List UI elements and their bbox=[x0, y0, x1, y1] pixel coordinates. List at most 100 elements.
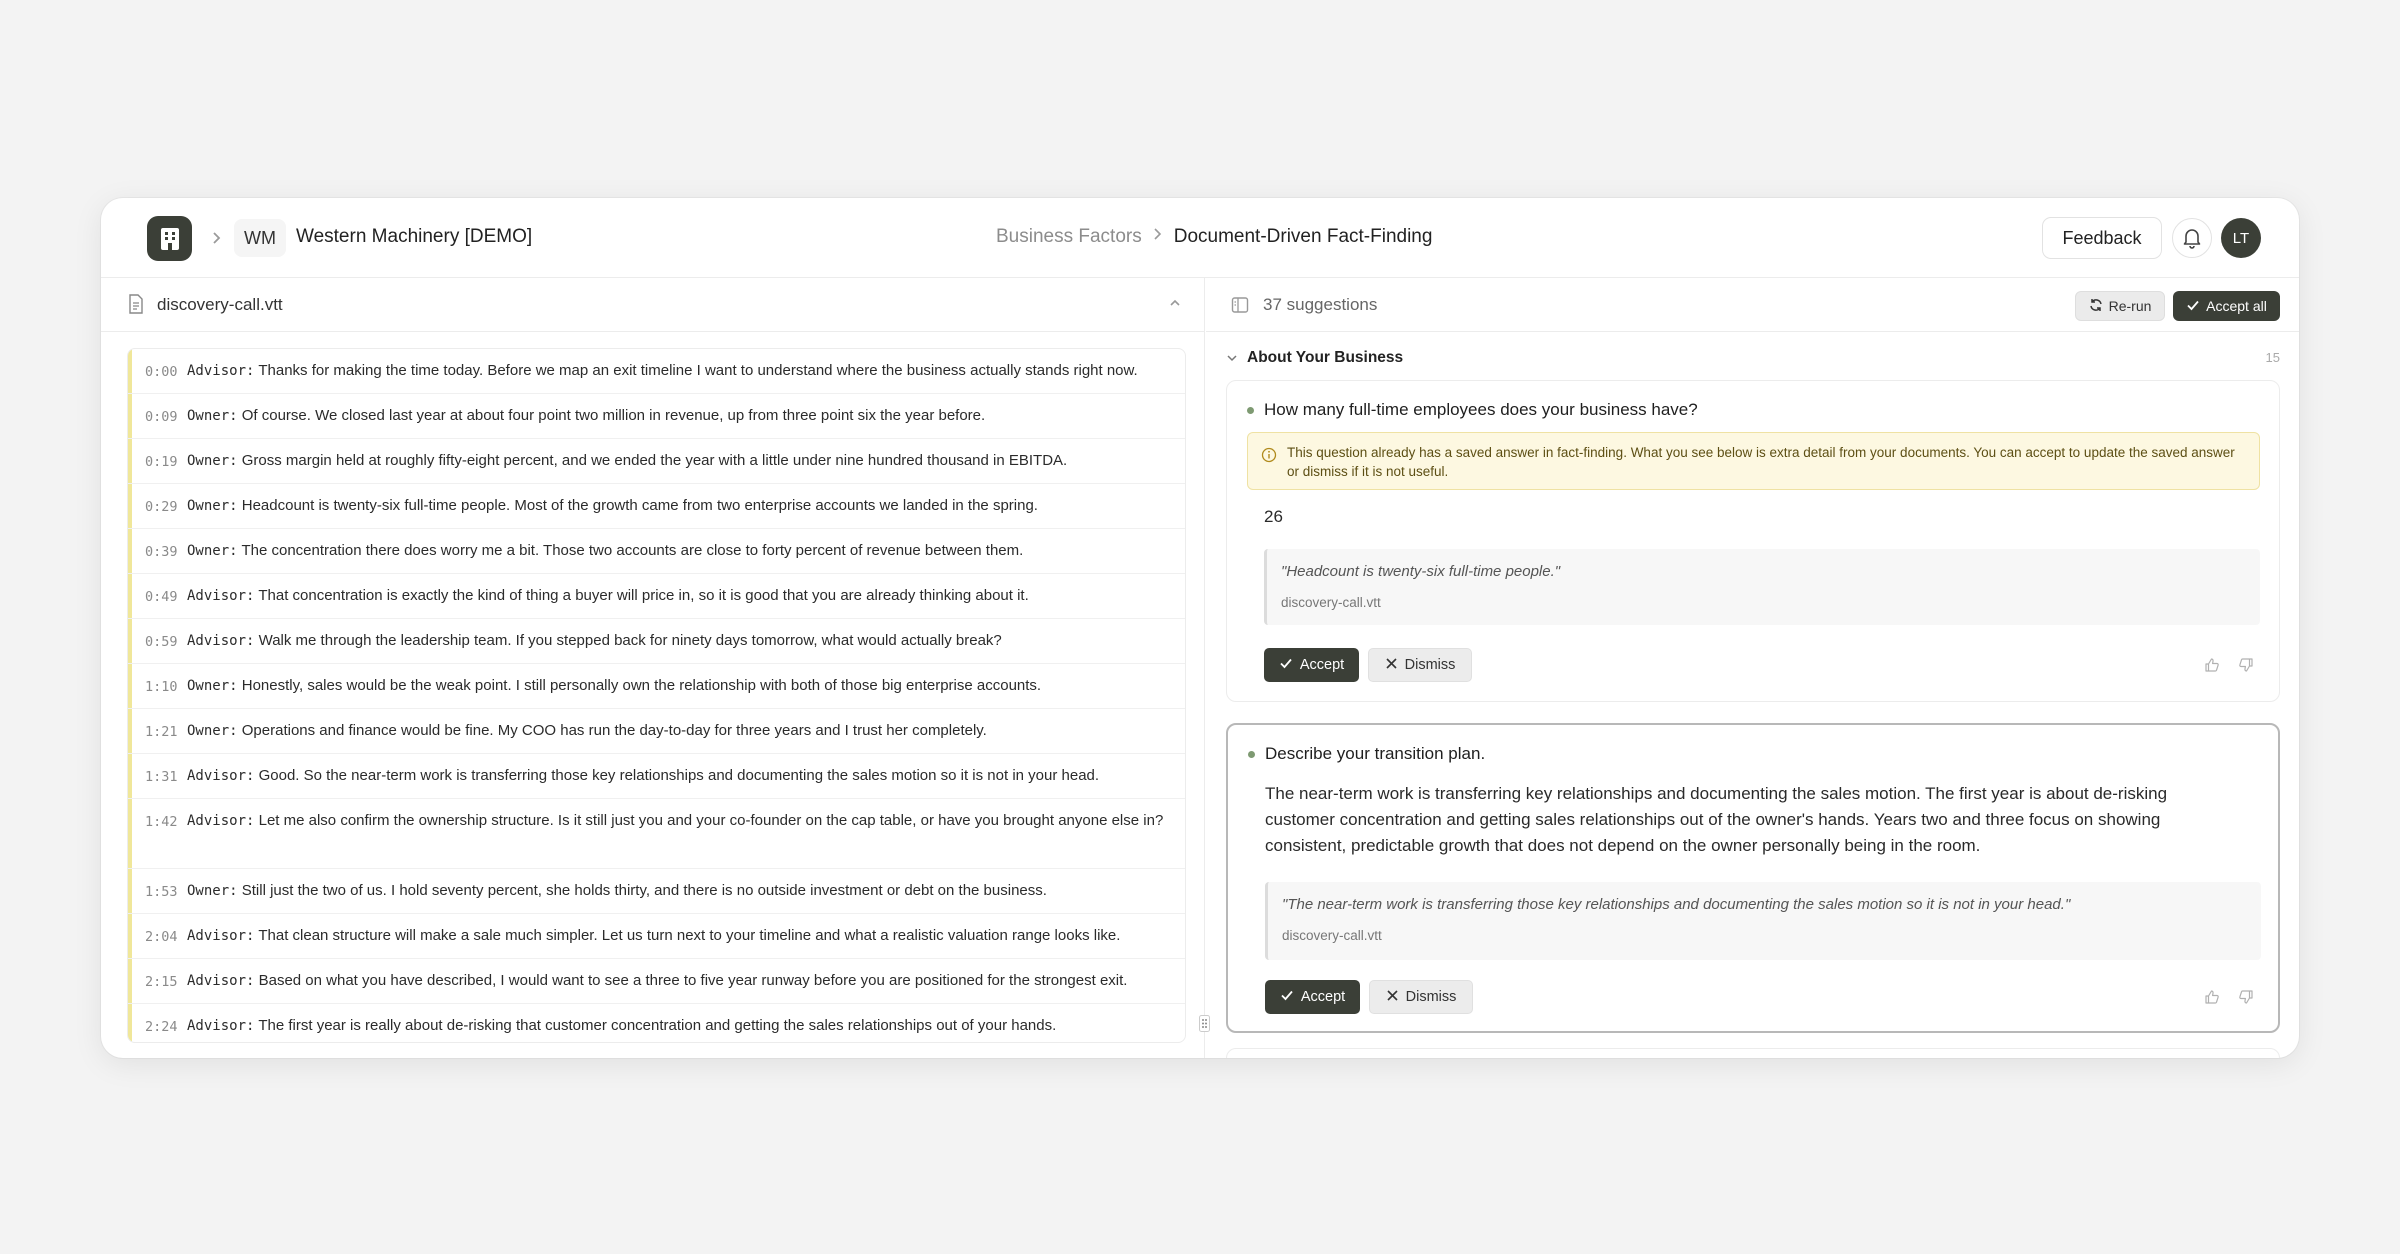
timestamp[interactable]: 0:39 bbox=[145, 544, 178, 560]
transcript-line: Advisor: Walk me through the leadership … bbox=[187, 629, 1165, 653]
chevron-up-icon[interactable] bbox=[1168, 296, 1182, 315]
thumbs-up-icon[interactable] bbox=[2204, 989, 2220, 1005]
transcript-row[interactable]: 2:04 Advisor: That clean structure will m… bbox=[128, 914, 1185, 959]
chevron-right-icon bbox=[208, 228, 226, 248]
timestamp[interactable]: 0:09 bbox=[145, 409, 178, 425]
accept-label: Accept bbox=[1300, 989, 1346, 1005]
quote-source[interactable]: discovery-call.vtt bbox=[1282, 928, 1382, 943]
quote-text: "Headcount is twenty-six full-time peopl… bbox=[1281, 563, 1561, 580]
accept-all-button[interactable]: Accept all bbox=[2173, 291, 2280, 321]
building-icon[interactable] bbox=[147, 216, 192, 261]
breadcrumb-parent[interactable]: Business Factors bbox=[996, 226, 1142, 248]
breadcrumb: Business Factors Document-Driven Fact-Fi… bbox=[996, 226, 1432, 248]
speaker-label: Owner: bbox=[187, 498, 238, 514]
transcript-text: Good. So the near-term work is transferr… bbox=[258, 767, 1100, 784]
bell-icon[interactable] bbox=[2172, 218, 2212, 258]
info-icon bbox=[1261, 447, 1277, 468]
thumbs-down-icon[interactable] bbox=[2238, 989, 2254, 1005]
suggestion-question: Describe your transition plan. bbox=[1265, 744, 1486, 763]
accept-button[interactable]: Accept bbox=[1264, 648, 1359, 682]
transcript-row[interactable]: 2:15 Advisor: Based on what you have desc… bbox=[128, 959, 1185, 1004]
transcript-row[interactable]: 0:19 Owner: Gross margin held at roughly … bbox=[128, 439, 1185, 484]
transcript-line: Owner: Still just the two of us. I hold … bbox=[187, 879, 1165, 903]
transcript-row[interactable]: 2:24 Advisor: The first year is really ab… bbox=[128, 1004, 1185, 1042]
timestamp[interactable]: 0:19 bbox=[145, 454, 178, 470]
dismiss-label: Dismiss bbox=[1405, 989, 1457, 1005]
transcript-text: That concentration is exactly the kind o… bbox=[258, 587, 1029, 604]
rerun-label: Re-run bbox=[2108, 298, 2152, 314]
transcript-row[interactable]: 0:39 Owner: The concentration there does … bbox=[128, 529, 1185, 574]
accept-label: Accept bbox=[1299, 657, 1345, 673]
accept-button[interactable]: Accept bbox=[1265, 980, 1360, 1014]
timestamp[interactable]: 1:53 bbox=[145, 884, 178, 900]
refresh-icon bbox=[2089, 298, 2103, 315]
bullet-dot bbox=[1247, 407, 1254, 414]
transcript-text: Let me also confirm the ownership struct… bbox=[258, 812, 1164, 829]
timestamp[interactable]: 0:00 bbox=[145, 364, 178, 380]
workspace-name[interactable]: Western Machinery [DEMO] bbox=[296, 226, 532, 248]
speaker-label: Owner: bbox=[187, 723, 238, 739]
timestamp[interactable]: 1:10 bbox=[145, 679, 178, 695]
transcript-text: Walk me through the leadership team. If … bbox=[258, 632, 1002, 649]
breadcrumb-current: Document-Driven Fact-Finding bbox=[1173, 226, 1433, 247]
thumbs-up-icon[interactable] bbox=[2204, 657, 2220, 673]
timestamp[interactable]: 1:42 bbox=[145, 814, 178, 830]
timestamp[interactable]: 2:24 bbox=[145, 1019, 178, 1035]
timestamp[interactable]: 0:29 bbox=[145, 499, 178, 515]
transcript-line: Owner: The concentration there does worr… bbox=[187, 539, 1165, 563]
timestamp[interactable]: 1:31 bbox=[145, 769, 178, 785]
transcript-line: Owner: Of course. We closed last year at… bbox=[187, 404, 1165, 428]
transcript-row[interactable]: 0:09 Owner: Of course. We closed last yea… bbox=[128, 394, 1185, 439]
transcript-row[interactable]: 0:59 Advisor: Walk me through the leaders… bbox=[128, 619, 1185, 664]
feedback-button[interactable]: Feedback bbox=[2042, 217, 2162, 259]
dismiss-button[interactable]: Dismiss bbox=[1369, 980, 1473, 1014]
timestamp[interactable]: 0:49 bbox=[145, 589, 178, 605]
transcript-row[interactable]: 1:10 Owner: Honestly, sales would be the … bbox=[128, 664, 1185, 709]
rerun-button[interactable]: Re-run bbox=[2075, 291, 2165, 321]
transcript-row[interactable]: 0:00 Advisor: Thanks for making the time … bbox=[128, 349, 1185, 394]
suggestion-card: How many full-time employees does your b… bbox=[1226, 380, 2280, 702]
transcript-text: The first year is really about de-riskin… bbox=[258, 1017, 1057, 1034]
transcript-row[interactable]: 1:31 Advisor: Good. So the near-term work… bbox=[128, 754, 1185, 799]
transcript-line: Owner: Honestly, sales would be the weak… bbox=[187, 674, 1165, 698]
transcript-row[interactable]: 1:53 Owner: Still just the two of us. I h… bbox=[128, 869, 1185, 914]
transcript-line: Advisor: That concentration is exactly t… bbox=[187, 584, 1165, 608]
x-icon bbox=[1386, 989, 1399, 1006]
timestamp[interactable]: 0:59 bbox=[145, 634, 178, 650]
transcript-line: Advisor: Thanks for making the time toda… bbox=[187, 359, 1165, 383]
suggested-answer: 26 bbox=[1264, 507, 1283, 526]
transcript-list[interactable]: 0:00 Advisor: Thanks for making the time … bbox=[127, 348, 1186, 1043]
thumbs-down-icon[interactable] bbox=[2238, 657, 2254, 673]
speaker-label: Owner: bbox=[187, 678, 238, 694]
speaker-label: Advisor: bbox=[187, 973, 255, 989]
suggestion-card[interactable]: Describe your transition plan. The near-… bbox=[1226, 723, 2280, 1033]
section-count: 15 bbox=[2265, 350, 2280, 365]
speaker-label: Advisor: bbox=[187, 813, 255, 829]
top-bar: WM Western Machinery [DEMO] Business Fac… bbox=[101, 198, 2299, 278]
dismiss-button[interactable]: Dismiss bbox=[1368, 648, 1472, 682]
panel-icon bbox=[1231, 296, 1249, 319]
transcript-row[interactable]: 1:21 Owner: Operations and finance would … bbox=[128, 709, 1185, 754]
quote-source[interactable]: discovery-call.vtt bbox=[1281, 595, 1381, 610]
accept-all-label: Accept all bbox=[2206, 298, 2267, 314]
transcript-text: The concentration there does worry me a … bbox=[241, 542, 1024, 559]
section-header[interactable]: About Your Business 15 bbox=[1226, 346, 2280, 370]
check-icon bbox=[1280, 988, 1294, 1006]
avatar[interactable]: LT bbox=[2221, 218, 2261, 258]
transcript-line: Advisor: The first year is really about … bbox=[187, 1014, 1165, 1038]
transcript-row[interactable]: 0:29 Owner: Headcount is twenty-six full-… bbox=[128, 484, 1185, 529]
transcript-line: Advisor: Good. So the near-term work is … bbox=[187, 764, 1165, 788]
timestamp[interactable]: 1:21 bbox=[145, 724, 178, 740]
check-icon bbox=[1279, 656, 1293, 674]
transcript-line: Advisor: That clean structure will make … bbox=[187, 924, 1165, 948]
speaker-label: Advisor: bbox=[187, 928, 255, 944]
x-icon bbox=[1385, 657, 1398, 674]
suggestion-card[interactable] bbox=[1226, 1048, 2280, 1058]
timestamp[interactable]: 2:04 bbox=[145, 929, 178, 945]
transcript-row[interactable]: 0:49 Advisor: That concentration is exact… bbox=[128, 574, 1185, 619]
timestamp[interactable]: 2:15 bbox=[145, 974, 178, 990]
suggestions-pane: 37 suggestions Re-run Accept all About Y… bbox=[1206, 278, 2299, 1058]
transcript-row[interactable]: 1:42 Advisor: Let me also confirm the own… bbox=[128, 799, 1185, 869]
transcript-pane: discovery-call.vtt 0:00 Advisor: Thanks f… bbox=[101, 278, 1210, 1058]
workspace-badge[interactable]: WM bbox=[234, 219, 286, 257]
